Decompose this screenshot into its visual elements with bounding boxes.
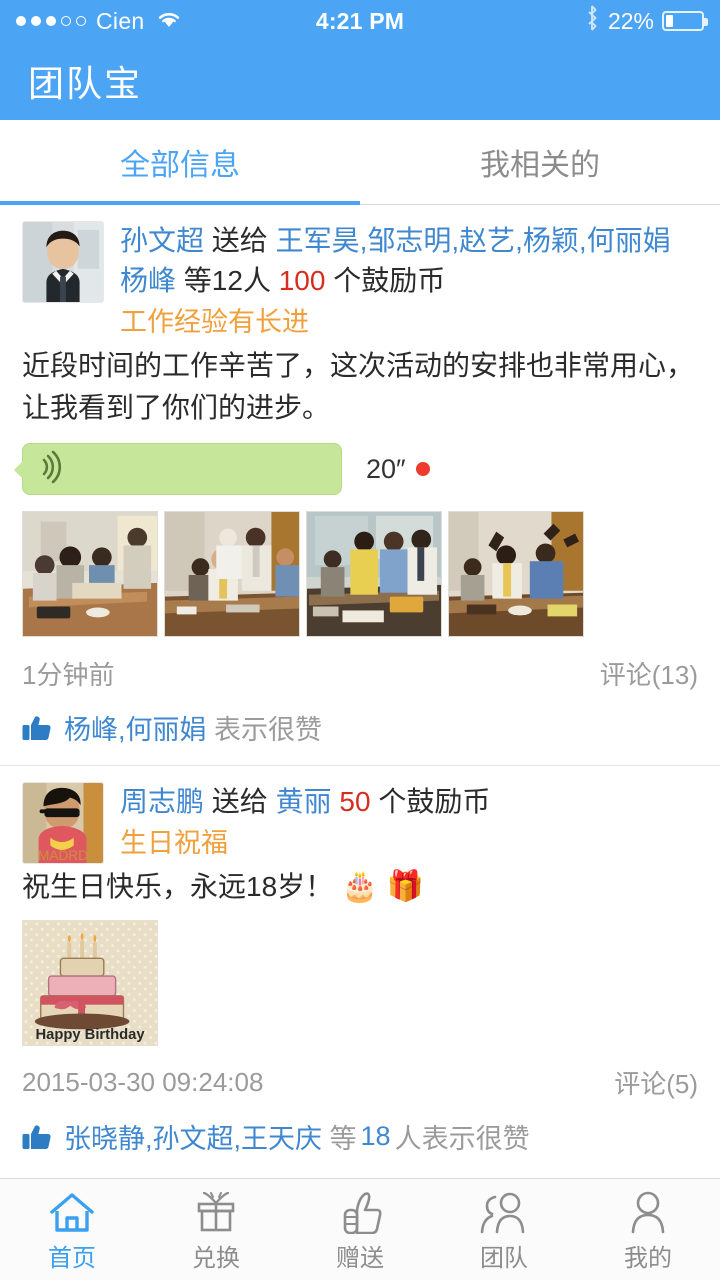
voice-message-row[interactable]: 20″	[14, 443, 698, 495]
feed-post[interactable]: MADRD 周志鹏 送给 黄丽 50 个鼓励币 生日祝福 祝生日快乐，永远18岁…	[0, 765, 720, 1174]
post-headline: 周志鹏 送给 黄丽 50 个鼓励币	[120, 782, 698, 822]
post-tag: 工作经验有长进	[120, 307, 309, 337]
liker-names[interactable]: 张晓静,孙文超,王天庆	[64, 1117, 322, 1156]
post-content: 周志鹏 送给 黄丽 50 个鼓励币 生日祝福	[120, 782, 698, 864]
likes-row[interactable]: 杨峰,何丽娟 表示很赞	[22, 708, 698, 755]
voice-duration: 20″	[366, 453, 406, 484]
liker-count: 18	[360, 1121, 391, 1151]
tab-bar-label: 赠送	[336, 1245, 384, 1272]
celebration-emoji: 🎂 🎁	[340, 870, 424, 903]
home-icon	[48, 1186, 96, 1234]
wifi-icon	[156, 8, 182, 35]
coin-amount: 50	[339, 786, 371, 817]
bottom-tab-bar: 首页 兑换 赠送 团队 我的	[0, 1178, 720, 1280]
tab-bar-item-exchange[interactable]: 兑换	[144, 1179, 288, 1280]
tab-bar-item-mine[interactable]: 我的	[576, 1179, 720, 1280]
post-photo[interactable]	[448, 511, 584, 637]
bluetooth-icon	[584, 5, 600, 37]
tab-bar-label: 兑换	[192, 1245, 240, 1272]
post-photo[interactable]	[22, 511, 158, 637]
coin-unit: 个鼓励币	[378, 786, 491, 817]
avatar[interactable]	[22, 221, 104, 303]
tab-bar-label: 团队	[480, 1245, 528, 1272]
coin-amount: 100	[278, 265, 326, 296]
likes-row[interactable]: 张晓静,孙文超,王天庆 等 18 人表示很赞	[22, 1117, 698, 1164]
post-tag: 生日祝福	[120, 828, 228, 858]
status-bar-right: 22%	[584, 5, 708, 37]
comments-count[interactable]: 评论(5)	[614, 1064, 698, 1101]
post-content: 孙文超 送给 王军昊,邹志明,赵艺,杨颖,何丽娟杨峰 等12人 100 个鼓励币…	[120, 221, 698, 343]
signal-strength-icon	[16, 16, 86, 26]
post-header: 孙文超 送给 王军昊,邹志明,赵艺,杨颖,何丽娟杨峰 等12人 100 个鼓励币…	[22, 221, 698, 343]
comments-count[interactable]: 评论(13)	[600, 655, 698, 692]
unread-dot-icon	[415, 462, 430, 476]
feed-post[interactable]: 孙文超 送给 王军昊,邹志明,赵艺,杨颖,何丽娟杨峰 等12人 100 个鼓励币…	[0, 205, 720, 765]
post-message-text: 祝生日快乐，永远18岁！	[22, 871, 334, 902]
tab-all-messages[interactable]: 全部信息	[0, 120, 360, 205]
battery-icon	[662, 11, 708, 31]
post-photo[interactable]	[164, 511, 300, 637]
tab-strip: 全部信息 我相关的	[0, 120, 720, 205]
tab-related-to-me[interactable]: 我相关的	[360, 120, 720, 204]
gift-icon	[193, 1186, 239, 1234]
receiver-names[interactable]: 黄丽	[276, 786, 332, 817]
tab-bar-label: 首页	[48, 1245, 96, 1272]
sender-name[interactable]: 孙文超	[120, 225, 204, 256]
tab-bar-item-home[interactable]: 首页	[0, 1179, 144, 1280]
post-time: 2015-03-30 09:24:08	[22, 1067, 264, 1097]
post-message: 近段时间的工作辛苦了，这次活动的安排也非常用心，让我看到了你们的进步。	[22, 350, 695, 423]
verb-label: 送给	[211, 786, 268, 817]
person-icon	[625, 1186, 671, 1234]
people-icon	[479, 1186, 529, 1234]
page-title: 团队宝	[28, 63, 143, 104]
verb-label: 送给	[211, 225, 268, 256]
status-bar-left: Cien	[16, 8, 182, 35]
carrier-name: Cien	[96, 7, 145, 34]
post-header: MADRD 周志鹏 送给 黄丽 50 个鼓励币 生日祝福	[22, 782, 698, 864]
avatar[interactable]: MADRD	[22, 782, 104, 864]
post-photo[interactable]: Happy Birthday	[22, 920, 158, 1046]
thumbs-up-icon	[337, 1186, 383, 1234]
status-bar: Cien 4:21 PM 22%	[0, 0, 720, 42]
feed-list[interactable]: 孙文超 送给 王军昊,邹志明,赵艺,杨颖,何丽娟杨峰 等12人 100 个鼓励币…	[0, 205, 720, 1178]
others-count: 等12人	[183, 265, 271, 296]
post-photo[interactable]	[306, 511, 442, 637]
post-headline: 孙文超 送给 王军昊,邹志明,赵艺,杨颖,何丽娟杨峰 等12人 100 个鼓励币	[120, 221, 698, 301]
sender-name[interactable]: 周志鹏	[120, 786, 204, 817]
sound-wave-icon	[41, 450, 71, 489]
svg-text:MADRD: MADRD	[38, 848, 88, 863]
thumbs-up-icon[interactable]	[22, 1123, 52, 1151]
image-caption: Happy Birthday	[35, 1027, 145, 1043]
coin-unit: 个鼓励币	[333, 265, 446, 296]
post-message: 祝生日快乐，永远18岁！ 🎂 🎁	[22, 866, 698, 908]
like-suffix: 人表示很赞	[394, 1124, 530, 1154]
tab-bar-item-team[interactable]: 团队	[432, 1179, 576, 1280]
like-mid-label: 等	[329, 1124, 357, 1154]
tab-bar-item-give[interactable]: 赠送	[288, 1179, 432, 1280]
thumbs-up-icon[interactable]	[22, 714, 52, 742]
post-time: 1分钟前	[22, 660, 115, 690]
tab-bar-label: 我的	[624, 1245, 672, 1272]
nav-bar: 团队宝	[0, 42, 720, 120]
voice-bubble[interactable]	[14, 443, 342, 495]
liker-names[interactable]: 杨峰,何丽娟	[64, 708, 207, 747]
photo-grid[interactable]	[22, 511, 698, 637]
battery-percent-label: 22%	[607, 7, 654, 34]
post-meta: 1分钟前 评论(13)	[22, 655, 698, 692]
post-meta: 2015-03-30 09:24:08 评论(5)	[22, 1064, 698, 1101]
like-suffix: 表示很赞	[214, 715, 323, 745]
